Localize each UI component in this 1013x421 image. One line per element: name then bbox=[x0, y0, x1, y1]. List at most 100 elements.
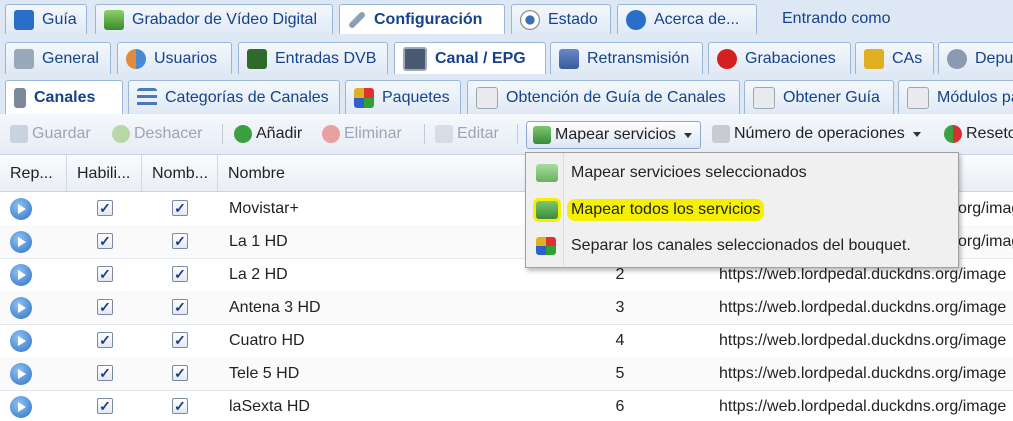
tv-icon bbox=[403, 46, 427, 71]
tab-paquetes[interactable]: Paquetes bbox=[345, 80, 461, 114]
use-name-checkbox[interactable]: ✓ bbox=[172, 365, 188, 381]
enabled-checkbox[interactable]: ✓ bbox=[97, 200, 113, 216]
use-name-checkbox[interactable]: ✓ bbox=[172, 398, 188, 414]
play-icon[interactable] bbox=[10, 396, 32, 418]
tab-obtener-guia[interactable]: Obtener Guía bbox=[744, 80, 894, 114]
operations-button[interactable]: Número de operaciones bbox=[712, 121, 921, 147]
channel-name: Tele 5 HD bbox=[229, 365, 300, 382]
menu-item-split-bouquet[interactable]: Separar los canales seleccionados del bo… bbox=[526, 228, 958, 264]
wrench-icon bbox=[347, 10, 367, 29]
rec-icon bbox=[717, 48, 737, 69]
tab-label: CAs bbox=[892, 49, 923, 67]
edit-button[interactable]: Editar bbox=[435, 121, 499, 147]
use-name-checkbox[interactable]: ✓ bbox=[172, 233, 188, 249]
menu-item-label: Mapear servicioes seleccionados bbox=[571, 164, 807, 181]
channel-name: Antena 3 HD bbox=[229, 299, 321, 316]
play-icon[interactable] bbox=[10, 363, 32, 385]
use-name-checkbox[interactable]: ✓ bbox=[172, 200, 188, 216]
channel-icon-url: https://web.lordpedal.duckdns.org/image bbox=[719, 365, 1007, 382]
enabled-checkbox[interactable]: ✓ bbox=[97, 365, 113, 381]
tab-label: Configuración bbox=[374, 10, 483, 28]
enabled-checkbox[interactable]: ✓ bbox=[97, 266, 113, 282]
enabled-checkbox[interactable]: ✓ bbox=[97, 332, 113, 348]
table-row[interactable]: ✓ ✓ laSexta HD 6 https://web.lordpedal.duckd… bbox=[0, 390, 1013, 421]
enabled-checkbox[interactable]: ✓ bbox=[97, 299, 113, 315]
chevron-down-icon bbox=[683, 132, 692, 138]
tab-estado[interactable]: Estado bbox=[511, 4, 611, 34]
tab-grabador[interactable]: Grabador de Vídeo Digital bbox=[95, 4, 333, 34]
tab-label: Grabador de Vídeo Digital bbox=[132, 10, 317, 28]
operations-label: Número de operaciones bbox=[734, 125, 905, 142]
tab-label: Módulos pa bbox=[937, 88, 1013, 106]
tab-guia[interactable]: Guía bbox=[5, 4, 87, 34]
tab-label: Estado bbox=[548, 10, 598, 28]
tab-label: Obtención de Guía de Canales bbox=[506, 88, 726, 106]
menu-item-map-all[interactable]: Mapear todos los servicios bbox=[526, 192, 958, 228]
column-header-play[interactable]: Rep... bbox=[0, 155, 67, 191]
tab-modulos[interactable]: Módulos pa bbox=[898, 80, 1013, 114]
tab-acerca[interactable]: Acerca de... bbox=[617, 4, 757, 34]
split-icon bbox=[536, 237, 556, 255]
tab-label: Guía bbox=[42, 10, 77, 28]
tab-label: Grabaciones bbox=[745, 49, 836, 67]
tab-label: Entradas DVB bbox=[275, 49, 377, 67]
tab-obtencion-guia[interactable]: Obtención de Guía de Canales bbox=[467, 80, 740, 114]
column-header-enabled[interactable]: Habili... bbox=[67, 155, 142, 191]
key-icon bbox=[864, 48, 884, 69]
channel-name: La 1 HD bbox=[229, 233, 288, 250]
tab-label: Retransmisión bbox=[587, 49, 690, 67]
play-icon[interactable] bbox=[10, 231, 32, 253]
delete-button[interactable]: Eliminar bbox=[322, 121, 402, 147]
tab-grabaciones[interactable]: Grabaciones bbox=[708, 42, 851, 74]
play-icon[interactable] bbox=[10, 198, 32, 220]
menu-item-label: Mapear todos los servicios bbox=[567, 199, 765, 221]
play-icon[interactable] bbox=[10, 297, 32, 319]
tab-canales[interactable]: Canales bbox=[5, 80, 123, 114]
cube-icon bbox=[712, 125, 730, 143]
epg-icon bbox=[14, 9, 34, 30]
tab-depuracion[interactable]: Depu bbox=[938, 42, 1013, 74]
menu-item-label: Separar los canales seleccionados del bo… bbox=[571, 237, 911, 254]
toolbar-divider bbox=[222, 124, 223, 144]
channel-number: 5 bbox=[615, 365, 625, 382]
tab-usuarios[interactable]: Usuarios bbox=[117, 42, 232, 74]
reset-button[interactable]: Reseto bbox=[944, 121, 1013, 147]
use-name-checkbox[interactable]: ✓ bbox=[172, 299, 188, 315]
info-icon bbox=[626, 9, 646, 30]
column-header-name-short[interactable]: Nomb... bbox=[142, 155, 218, 191]
tab-retransmision[interactable]: Retransmisión bbox=[550, 42, 703, 74]
save-button[interactable]: Guardar bbox=[10, 121, 91, 147]
tab-categorias[interactable]: Categorías de Canales bbox=[128, 80, 340, 114]
enabled-checkbox[interactable]: ✓ bbox=[97, 398, 113, 414]
tab-general[interactable]: General bbox=[5, 42, 111, 74]
tab-label: Categorías de Canales bbox=[165, 88, 329, 106]
channel-name: Cuatro HD bbox=[229, 332, 305, 349]
tab-canal-epg[interactable]: Canal / EPG bbox=[394, 42, 546, 74]
tab-cas[interactable]: CAs bbox=[855, 42, 934, 74]
menu-item-map-selected[interactable]: Mapear servicioes seleccionados bbox=[526, 155, 958, 191]
table-row[interactable]: ✓ ✓ Cuatro HD 4 https://web.lordpedal.duckdn… bbox=[0, 324, 1013, 358]
undo-button[interactable]: Deshacer bbox=[112, 121, 202, 147]
undo-icon bbox=[112, 125, 130, 143]
reset-label: Reseto bbox=[966, 125, 1013, 142]
toolbar-divider bbox=[424, 124, 425, 144]
map-services-button[interactable]: Mapear servicios bbox=[526, 121, 701, 149]
grid-icon bbox=[354, 87, 374, 108]
edit-label: Editar bbox=[457, 125, 499, 142]
add-button[interactable]: Añadir bbox=[234, 121, 302, 147]
map-services-label: Mapear servicios bbox=[555, 126, 676, 143]
play-icon[interactable] bbox=[10, 330, 32, 352]
enabled-checkbox[interactable]: ✓ bbox=[97, 233, 113, 249]
play-icon[interactable] bbox=[10, 264, 32, 286]
table-row[interactable]: ✓ ✓ Tele 5 HD 5 https://web.lordpedal.duckdn… bbox=[0, 357, 1013, 391]
channel-icon-url: https://web.lordpedal.duckdns.org/image bbox=[719, 299, 1007, 316]
channel-number: 3 bbox=[615, 299, 625, 316]
table-row[interactable]: ✓ ✓ Antena 3 HD 3 https://web.lordpedal.duck… bbox=[0, 291, 1013, 325]
tree-icon bbox=[137, 87, 157, 108]
use-name-checkbox[interactable]: ✓ bbox=[172, 266, 188, 282]
tab-configuracion[interactable]: Configuración bbox=[339, 4, 505, 34]
channel-name: La 2 HD bbox=[229, 266, 288, 283]
tab-entradas-dvb[interactable]: Entradas DVB bbox=[238, 42, 388, 74]
channel-number: 4 bbox=[615, 332, 625, 349]
use-name-checkbox[interactable]: ✓ bbox=[172, 332, 188, 348]
